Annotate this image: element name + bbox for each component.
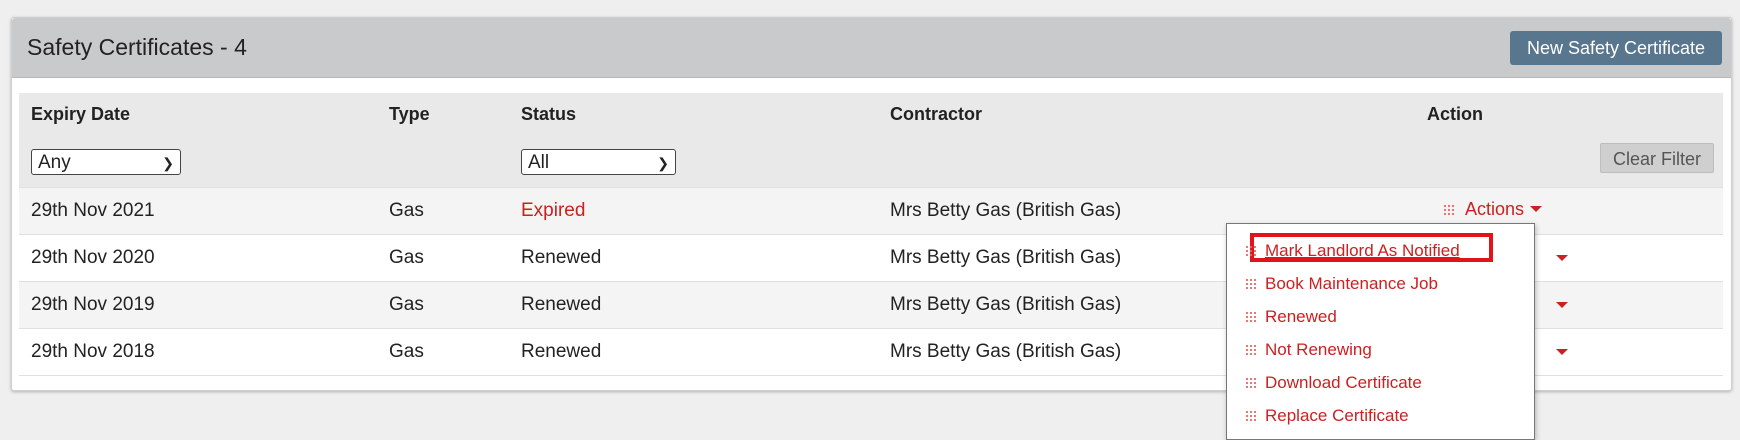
- actions-dropdown[interactable]: Actions: [1443, 199, 1543, 220]
- contractor-cell: Mrs Betty Gas (British Gas): [890, 341, 1122, 362]
- header-type: Type: [389, 104, 430, 124]
- grip-icon: [1245, 344, 1257, 356]
- contractor-cell: Mrs Betty Gas (British Gas): [890, 200, 1122, 221]
- menu-item-renewed[interactable]: Renewed: [1245, 307, 1337, 327]
- menu-item-label: Download Certificate: [1265, 373, 1422, 392]
- status-cell: Renewed: [521, 247, 602, 268]
- status-filter-value: All: [528, 152, 550, 173]
- menu-item-label: Mark Landlord As Notified: [1265, 241, 1460, 260]
- expiry-filter-select[interactable]: Any ❯: [31, 149, 181, 175]
- caret-down-icon[interactable]: [1556, 255, 1568, 261]
- actions-menu: Mark Landlord As Notified Book Maintenan…: [1226, 223, 1535, 440]
- grip-icon: [1443, 204, 1455, 216]
- grip-icon: [1245, 377, 1257, 389]
- panel-title: Safety Certificates - 4: [27, 34, 247, 60]
- header-status: Status: [521, 104, 577, 124]
- type-cell: Gas: [389, 294, 424, 315]
- menu-item-label: Book Maintenance Job: [1265, 274, 1438, 293]
- actions-label: Actions: [1465, 199, 1525, 219]
- caret-down-icon: [1530, 206, 1543, 212]
- header-contractor: Contractor: [890, 104, 983, 124]
- table-header: Expiry Date Type Status Contractor Actio…: [19, 93, 1723, 187]
- status-filter-select[interactable]: All ❯: [521, 149, 676, 175]
- type-cell: Gas: [389, 341, 424, 362]
- expiry-date-cell: 29th Nov 2019: [31, 294, 155, 315]
- menu-item-label: Renewed: [1265, 307, 1337, 326]
- status-cell: Renewed: [521, 294, 602, 315]
- menu-item-label: Not Renewing: [1265, 340, 1372, 359]
- chevron-down-icon: ❯: [162, 155, 174, 171]
- menu-item-replace-certificate[interactable]: Replace Certificate: [1245, 406, 1409, 426]
- menu-item-mark-landlord-notified[interactable]: Mark Landlord As Notified: [1245, 241, 1460, 261]
- grip-icon: [1245, 278, 1257, 290]
- status-cell: Expired: [521, 200, 586, 221]
- caret-down-icon[interactable]: [1556, 302, 1568, 308]
- expiry-filter-value: Any: [38, 152, 71, 173]
- panel-header: Safety Certificates - 4 New Safety Certi…: [12, 18, 1731, 78]
- caret-down-icon[interactable]: [1556, 349, 1568, 355]
- menu-item-book-maintenance-job[interactable]: Book Maintenance Job: [1245, 274, 1438, 294]
- expiry-date-cell: 29th Nov 2021: [31, 200, 155, 221]
- grip-icon: [1245, 311, 1257, 323]
- type-cell: Gas: [389, 247, 424, 268]
- grip-icon: [1245, 245, 1257, 257]
- menu-item-not-renewing[interactable]: Not Renewing: [1245, 340, 1372, 360]
- contractor-cell: Mrs Betty Gas (British Gas): [890, 294, 1122, 315]
- new-safety-certificate-button[interactable]: New Safety Certificate: [1510, 31, 1722, 65]
- menu-item-download-certificate[interactable]: Download Certificate: [1245, 373, 1422, 393]
- expiry-date-cell: 29th Nov 2020: [31, 247, 155, 268]
- header-expiry-date: Expiry Date: [31, 104, 131, 124]
- expiry-date-cell: 29th Nov 2018: [31, 341, 155, 362]
- type-cell: Gas: [389, 200, 424, 221]
- contractor-cell: Mrs Betty Gas (British Gas): [890, 247, 1122, 268]
- status-cell: Renewed: [521, 341, 602, 362]
- menu-item-label: Replace Certificate: [1265, 406, 1409, 425]
- clear-filter-button[interactable]: Clear Filter: [1600, 143, 1714, 173]
- grip-icon: [1245, 410, 1257, 422]
- chevron-down-icon: ❯: [657, 155, 669, 171]
- header-action: Action: [1427, 104, 1483, 124]
